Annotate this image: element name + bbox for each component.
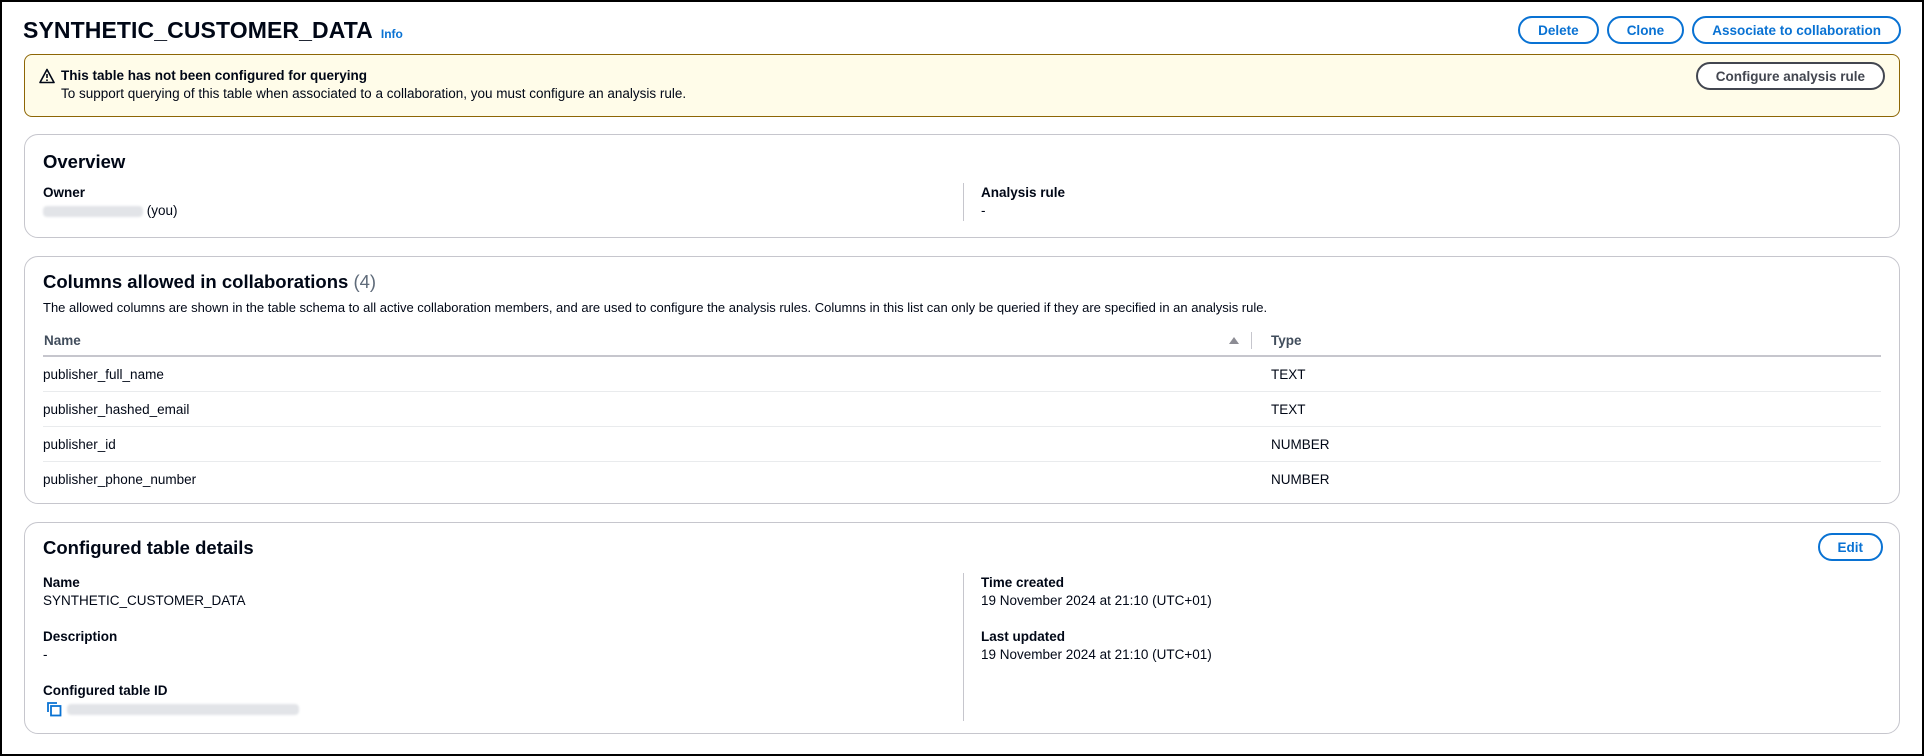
cell-type: NUMBER — [1271, 437, 1330, 452]
owner-you-suffix: (you) — [146, 203, 178, 218]
details-title: Configured table details — [43, 537, 254, 558]
cell-name: publisher_hashed_email — [43, 402, 190, 417]
table-row: publisher_phone_number NUMBER — [43, 462, 1881, 497]
alert-message: To support querying of this table when a… — [61, 86, 687, 101]
redacted-table-id — [67, 704, 299, 715]
warning-alert: This table has not been configured for q… — [24, 54, 1900, 117]
details-container: Configured table details Edit Name SYNTH… — [24, 522, 1900, 734]
columns-description: The allowed columns are shown in the tab… — [43, 300, 1268, 315]
columns-title-text: Columns allowed in collaborations — [43, 271, 349, 292]
last-updated-value: 19 November 2024 at 21:10 (UTC+01) — [981, 647, 1212, 662]
description-label: Description — [43, 629, 118, 644]
sort-ascending-icon[interactable] — [1229, 337, 1239, 344]
info-link[interactable]: Info — [381, 27, 403, 41]
alert-title: This table has not been configured for q… — [61, 68, 368, 83]
page-header: SYNTHETIC_CUSTOMER_DATA Info Delete Clon… — [23, 12, 1901, 48]
edit-button[interactable]: Edit — [1817, 533, 1883, 561]
delete-button[interactable]: Delete — [1518, 16, 1599, 44]
analysis-rule-label: Analysis rule — [981, 185, 1066, 200]
table-row: publisher_hashed_email TEXT — [43, 392, 1881, 427]
title-group: SYNTHETIC_CUSTOMER_DATA Info — [23, 17, 403, 44]
overview-container: Overview Owner (you) Analysis rule - — [24, 134, 1900, 238]
columns-title: Columns allowed in collaborations (4) — [43, 271, 376, 293]
warning-icon — [39, 68, 55, 84]
table-id-label: Configured table ID — [43, 683, 168, 698]
time-created-value: 19 November 2024 at 21:10 (UTC+01) — [981, 593, 1212, 608]
clone-button[interactable]: Clone — [1606, 16, 1685, 44]
name-value: SYNTHETIC_CUSTOMER_DATA — [43, 593, 246, 608]
page-title: SYNTHETIC_CUSTOMER_DATA — [23, 16, 373, 43]
analysis-rule-value: - — [981, 203, 986, 218]
cell-name: publisher_full_name — [43, 367, 164, 382]
cell-type: TEXT — [1271, 402, 1306, 417]
column-divider — [963, 183, 964, 221]
cell-name: publisher_id — [43, 437, 116, 452]
column-header-name[interactable]: Name — [44, 333, 81, 348]
cell-type: NUMBER — [1271, 472, 1330, 487]
associate-to-collaboration-button[interactable]: Associate to collaboration — [1692, 16, 1901, 44]
header-actions: Delete Clone Associate to collaboration — [1518, 16, 1901, 44]
time-created-label: Time created — [981, 575, 1065, 590]
table-row: publisher_id NUMBER — [43, 427, 1881, 462]
configure-analysis-rule-button[interactable]: Configure analysis rule — [1695, 62, 1885, 90]
copy-icon[interactable] — [46, 701, 62, 717]
last-updated-label: Last updated — [981, 629, 1066, 644]
cell-type: TEXT — [1271, 367, 1306, 382]
owner-value: (you) — [43, 203, 178, 218]
description-value: - — [43, 647, 48, 662]
redacted-owner-id — [43, 205, 143, 217]
owner-label: Owner — [43, 185, 86, 200]
columns-container: Columns allowed in collaborations (4) Th… — [24, 256, 1900, 504]
table-row: publisher_full_name TEXT — [43, 357, 1881, 392]
overview-title: Overview — [43, 151, 126, 172]
header-resize-handle[interactable] — [1251, 332, 1252, 349]
column-divider — [963, 573, 964, 721]
name-label: Name — [43, 575, 80, 590]
columns-count: (4) — [353, 271, 377, 292]
column-header-type[interactable]: Type — [1271, 333, 1302, 348]
cell-name: publisher_phone_number — [43, 472, 197, 487]
